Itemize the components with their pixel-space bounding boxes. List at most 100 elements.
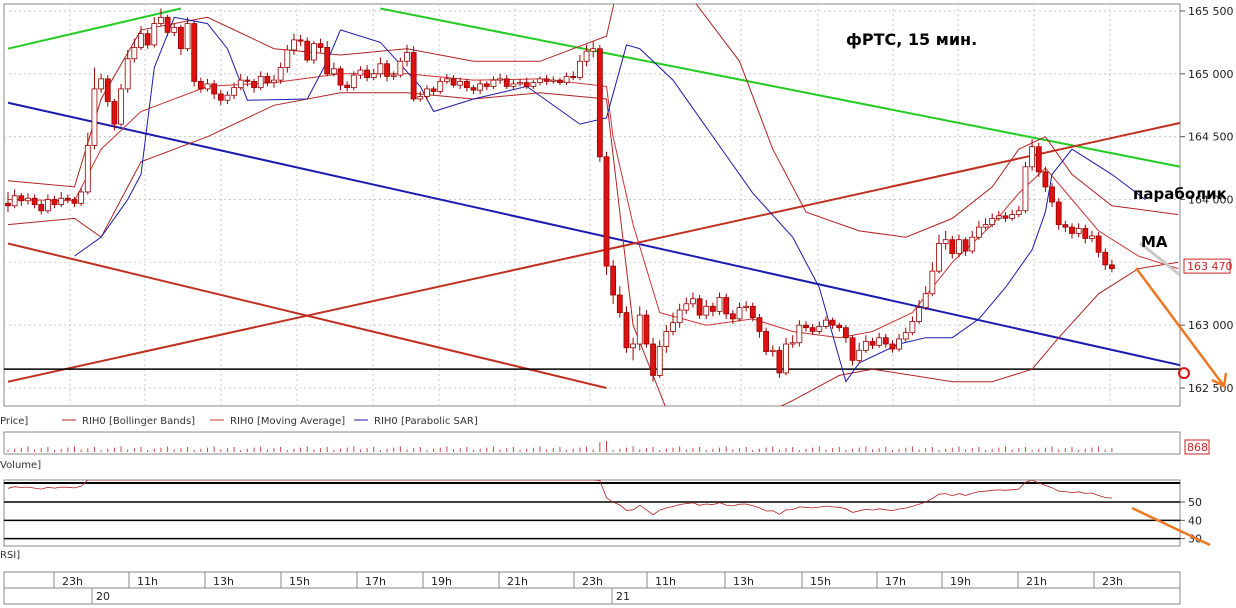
candle-body-118 [789, 342, 796, 345]
candle-body-86 [577, 60, 583, 79]
candle-body-100 [670, 322, 676, 332]
candle-body-16 [111, 101, 118, 125]
candle-body-48 [324, 47, 331, 75]
candle-body-26 [177, 26, 184, 50]
candle-body-11 [78, 191, 85, 204]
time-tick-label-5: 19h [431, 575, 452, 588]
candle-body-78 [523, 82, 530, 87]
candle-body-43 [291, 39, 297, 51]
candle-body-35 [237, 79, 244, 89]
candle-body-67 [450, 78, 457, 86]
candle-body-59 [397, 60, 404, 76]
candle-body-37 [251, 80, 257, 89]
candle-body-55 [370, 73, 377, 79]
candle-body-22 [151, 23, 158, 46]
candle-body-70 [470, 87, 477, 91]
candle-body-14 [98, 78, 104, 90]
candle-body-142 [949, 239, 956, 254]
candle-body-17 [118, 88, 124, 125]
candle-body-3 [25, 197, 31, 202]
candle-body-92 [616, 294, 623, 313]
candle-body-29 [197, 80, 204, 90]
candle-body-129 [862, 341, 869, 351]
candle-body-50 [337, 68, 344, 86]
candle-body-27 [184, 23, 191, 50]
candle-body-166 [1109, 264, 1115, 270]
candle-body-61 [410, 52, 417, 100]
candle-body-131 [876, 337, 883, 346]
candle-body-165 [1102, 251, 1109, 266]
candle-body-157 [1049, 186, 1055, 203]
candle-body-54 [364, 69, 371, 79]
price-tick-label-5: 162 500 [1188, 382, 1234, 395]
time-tick-label-12: 19h [950, 575, 971, 588]
candle-body-57 [384, 63, 390, 77]
candle-body-126 [843, 327, 849, 339]
candle-body-156 [1042, 171, 1049, 188]
candle-body-8 [58, 197, 65, 205]
candle-body-23 [158, 16, 164, 24]
candle-body-77 [517, 82, 523, 85]
candle-body-79 [530, 82, 537, 87]
candle-body-74 [497, 78, 504, 81]
candle-body-6 [45, 199, 51, 212]
candle-body-130 [869, 341, 876, 346]
candle-body-95 [636, 314, 643, 345]
candle-body-153 [1022, 166, 1029, 212]
candle-body-134 [896, 338, 902, 350]
legend-bollinger: RIH0 [Bollinger Bands] [82, 416, 195, 427]
day-label-1: 21 [616, 590, 630, 603]
candle-body-144 [962, 239, 969, 252]
time-tick-label-3: 15h [289, 575, 310, 588]
candle-body-20 [138, 33, 144, 48]
candle-body-30 [204, 83, 211, 90]
time-tick-label-7: 23h [582, 575, 603, 588]
legend-ma: RIH0 [Moving Average] [230, 416, 345, 427]
candle-body-106 [710, 305, 716, 312]
candle-body-114 [763, 331, 769, 352]
candle-body-75 [503, 78, 510, 87]
candle-body-72 [483, 83, 490, 87]
legend-price: Price] [0, 416, 28, 427]
candle-body-84 [563, 75, 570, 84]
candle-body-140 [936, 243, 942, 272]
candle-body-68 [457, 80, 464, 86]
rsi-axis: 504030 [1180, 496, 1202, 546]
candle-body-41 [277, 67, 284, 81]
candle-body-25 [171, 26, 178, 33]
price-tick-label-0: 165 500 [1188, 5, 1234, 18]
candle-body-31 [211, 83, 218, 95]
candle-body-28 [191, 23, 198, 82]
candle-body-91 [610, 265, 617, 296]
candle-body-104 [696, 298, 703, 316]
candle-body-56 [377, 63, 384, 75]
candle-body-49 [330, 68, 337, 75]
price-tick-label-2: 164 500 [1188, 131, 1234, 144]
candle-body-123 [823, 319, 829, 327]
time-tick-label-14: 23h [1102, 575, 1123, 588]
candle-body-12 [84, 145, 91, 193]
candle-body-159 [1062, 224, 1069, 228]
candle-body-71 [477, 83, 484, 91]
candle-body-105 [703, 305, 710, 316]
time-tick-label-13: 21h [1026, 575, 1047, 588]
candle-body-51 [344, 84, 351, 89]
candle-body-158 [1055, 201, 1062, 226]
candle-body-82 [550, 79, 557, 82]
candle-body-96 [643, 314, 650, 345]
candle-body-161 [1075, 228, 1082, 234]
price-current-value: 163 470 [1187, 260, 1233, 273]
annotation-parabolic: параболик [1133, 185, 1227, 203]
candle-body-44 [297, 39, 304, 42]
candle-body-147 [982, 224, 989, 228]
candle-body-13 [91, 88, 98, 146]
candle-body-149 [995, 215, 1002, 219]
candle-body-115 [769, 349, 776, 352]
candle-body-122 [816, 326, 823, 332]
candle-body-47 [317, 43, 324, 48]
candle-body-155 [1035, 146, 1042, 173]
candle-body-21 [144, 33, 151, 46]
candle-body-112 [749, 305, 756, 319]
candle-body-133 [889, 343, 896, 350]
price-panel [3, 3, 1181, 407]
